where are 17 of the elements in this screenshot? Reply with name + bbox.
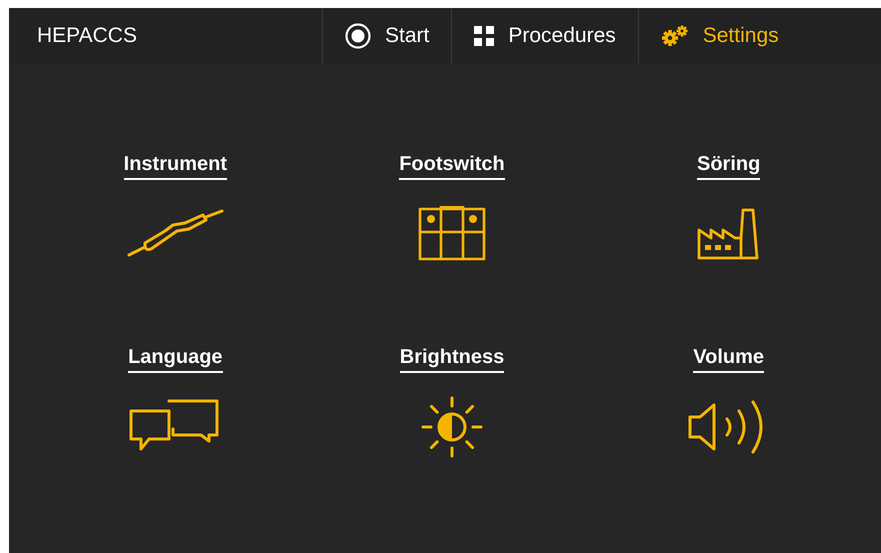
settings-tile[interactable]: Footswitch: [314, 151, 590, 264]
footswitch-icon: [416, 206, 487, 262]
settings-tile[interactable]: Söring: [590, 151, 867, 264]
app-title: HEPACCS: [37, 22, 138, 49]
instrument-icon: [125, 209, 226, 259]
settings-tile[interactable]: Language: [37, 344, 314, 457]
nav-tab[interactable]: Procedures: [451, 8, 638, 63]
nav-tab[interactable]: Settings: [638, 8, 801, 63]
brightness-icon: [420, 395, 484, 459]
factory-icon: [696, 208, 761, 260]
settings-tile[interactable]: Instrument: [37, 151, 314, 264]
nav-tab[interactable]: Start: [322, 8, 452, 63]
grid-icon: [474, 26, 494, 46]
settings-tile[interactable]: Brightness: [314, 344, 590, 457]
gears-icon: [660, 24, 689, 46]
record-icon: [345, 22, 371, 48]
settings-tile[interactable]: Volume: [590, 344, 867, 457]
